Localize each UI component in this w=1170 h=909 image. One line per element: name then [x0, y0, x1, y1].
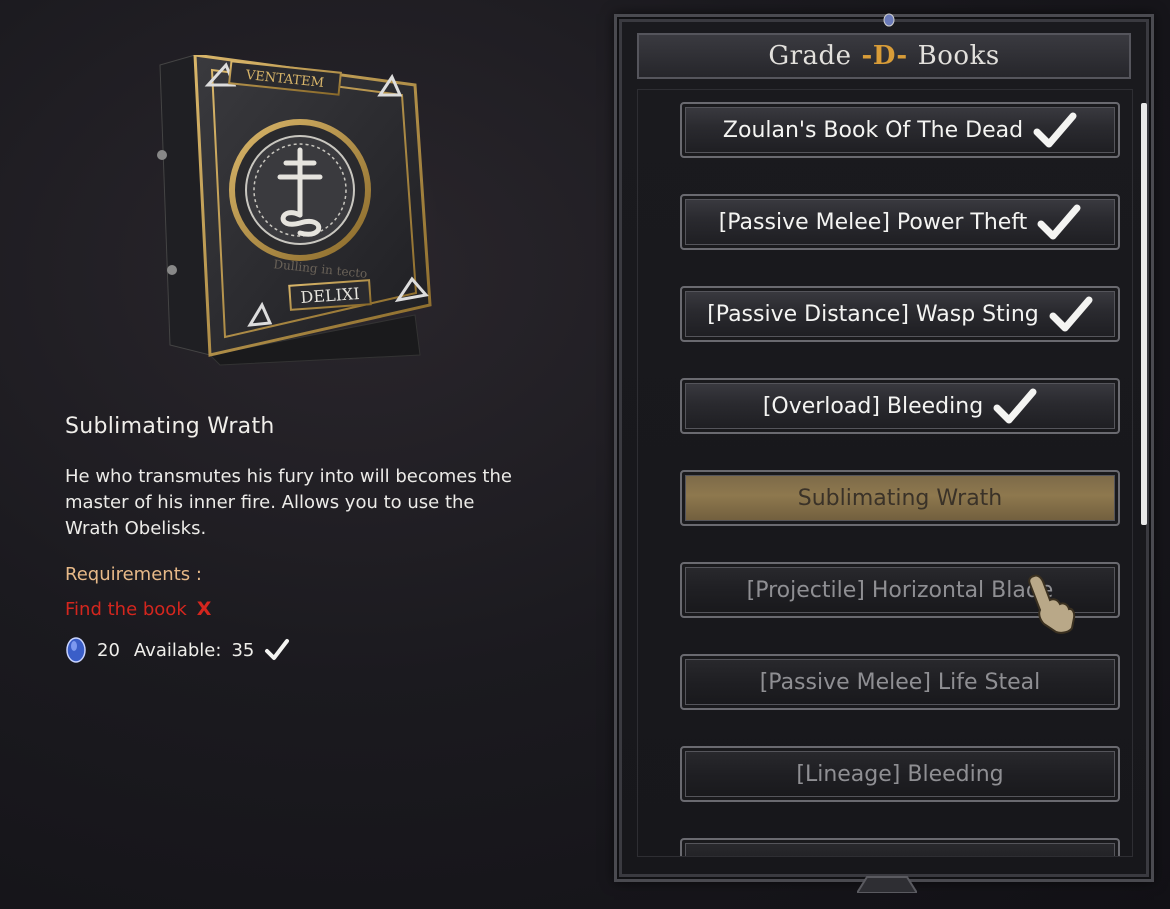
learned-check-icon [993, 388, 1037, 424]
missing-x-icon: X [196, 598, 212, 620]
book-title: Sublimating Wrath [65, 414, 275, 439]
book-item-wasp-sting[interactable]: [Passive Distance] Wasp Sting [680, 286, 1120, 342]
available-label: Available: [133, 639, 222, 661]
available-value: 35 [231, 639, 255, 661]
book-item-label: Zoulan's Book Of The Dead [722, 117, 1024, 143]
book-item-label: [Projectile] Horizontal Blade [746, 577, 1054, 603]
panel-title-right: Books [917, 41, 1000, 71]
book-item-label: [Lineage] Bleeding [796, 761, 1004, 787]
pointer-hand-icon [1028, 574, 1076, 634]
available-check-icon [265, 639, 290, 660]
panel-title: Grade -D- Books [637, 33, 1131, 79]
book-item-label: Sublimating Wrath [797, 485, 1003, 511]
learned-check-icon [1033, 112, 1077, 148]
panel-title-left: Grade [768, 41, 852, 71]
book-item-label: [Passive Distance] Wasp Sting [707, 301, 1039, 327]
book-item-life-steal[interactable]: [Passive Melee] Life Steal [680, 654, 1120, 710]
grade-books-panel: Grade -D- Books Zoulan's Book Of The Dea… [614, 13, 1154, 893]
panel-gem-ornament-icon [883, 13, 895, 27]
scrollbar[interactable] [1141, 103, 1147, 525]
book-item-sublimating-wrath[interactable]: Sublimating Wrath [680, 470, 1120, 526]
book-item-lineage-bleeding[interactable]: [Lineage] Bleeding [680, 746, 1120, 802]
learned-check-icon [1037, 204, 1081, 240]
book-item-label: [Passive Melee] Power Theft [718, 209, 1028, 235]
blue-gem-icon [66, 637, 86, 663]
book-list[interactable]: Zoulan's Book Of The Dead [Passive Melee… [637, 89, 1133, 857]
book-item-label: [Passive Melee] Life Steal [759, 669, 1041, 695]
book-item-power-theft[interactable]: [Passive Melee] Power Theft [680, 194, 1120, 250]
book-item-label: [Overload] Bleeding [762, 393, 984, 419]
book-item-zoulans-book[interactable]: Zoulan's Book Of The Dead [680, 102, 1120, 158]
requirements-label: Requirements : [65, 564, 202, 585]
panel-footer-ornament-icon [857, 876, 917, 893]
book-illustration: VENTATEM Dulling in tecto DELIXI [157, 55, 432, 366]
cost-row: 20 Available: 35 [65, 636, 290, 664]
book-description: He who transmutes his fury into will bec… [65, 466, 512, 539]
book-item-partial[interactable] [680, 838, 1120, 856]
requirement-find-book-label: Find the book [65, 598, 187, 620]
book-item-overload-bleeding[interactable]: [Overload] Bleeding [680, 378, 1120, 434]
requirement-find-book: Find the book X [65, 598, 211, 620]
panel-title-grade: -D- [861, 41, 908, 71]
cost-value: 20 [97, 639, 120, 661]
learned-check-icon [1049, 296, 1093, 332]
